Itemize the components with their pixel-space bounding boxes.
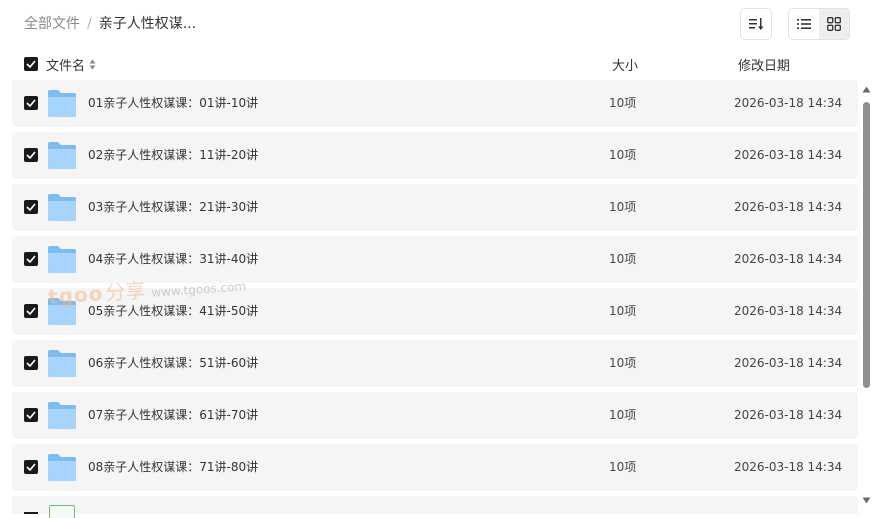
file-row[interactable]: 07亲子人性权谋课：61讲-70讲 10项 2026-03-18 14:34 <box>12 392 858 439</box>
file-name[interactable]: 08亲子人性权谋课：71讲-80讲 <box>88 460 258 475</box>
row-checkbox[interactable] <box>24 200 38 214</box>
file-size: 10项 <box>609 252 637 266</box>
folder-icon <box>48 142 76 169</box>
check-icon <box>26 411 36 419</box>
row-checkbox[interactable] <box>24 96 38 110</box>
file-date: 2026-03-18 14:34 <box>734 200 843 214</box>
file-size: 10项 <box>609 304 637 318</box>
row-checkbox[interactable] <box>24 252 38 266</box>
check-icon <box>26 203 36 211</box>
file-name[interactable]: 06亲子人性权谋课：51讲-60讲 <box>88 356 258 371</box>
file-row[interactable]: 06亲子人性权谋课：51讲-60讲 10项 2026-03-18 14:34 <box>12 340 858 387</box>
file-name[interactable]: 05亲子人性权谋课：41讲-50讲 <box>88 304 258 319</box>
file-name[interactable]: 07亲子人性权谋课：61讲-70讲 <box>88 408 258 423</box>
file-size: 10项 <box>609 200 637 214</box>
file-name[interactable]: 03亲子人性权谋课：21讲-30讲 <box>88 200 258 215</box>
file-row[interactable]: 02亲子人性权谋课：11讲-20讲 10项 2026-03-18 14:34 <box>12 132 858 179</box>
file-name[interactable]: 01亲子人性权谋课：01讲-10讲 <box>88 96 258 111</box>
row-checkbox[interactable] <box>24 460 38 474</box>
row-checkbox[interactable] <box>24 408 38 422</box>
file-size: 10项 <box>609 460 637 474</box>
scrollbar-thumb[interactable] <box>863 102 870 388</box>
check-icon <box>26 463 36 471</box>
file-row[interactable]: 03亲子人性权谋课：21讲-30讲 10项 2026-03-18 14:34 <box>12 184 858 231</box>
file-list: 01亲子人性权谋课：01讲-10讲 10项 2026-03-18 14:34 0… <box>0 0 874 518</box>
file-size: 10项 <box>609 96 637 110</box>
row-checkbox[interactable] <box>24 148 38 162</box>
folder-icon <box>48 90 76 117</box>
file-date: 2026-03-18 14:34 <box>734 356 843 370</box>
file-date: 2026-03-18 14:34 <box>734 460 843 474</box>
folder-icon <box>48 194 76 221</box>
file-size: 10项 <box>609 408 637 422</box>
file-name[interactable]: 02亲子人性权谋课：11讲-20讲 <box>88 148 258 163</box>
file-date: 2026-03-18 14:34 <box>734 148 843 162</box>
file-row[interactable]: 05亲子人性权谋课：41讲-50讲 10项 2026-03-18 14:34 <box>12 288 858 335</box>
scrollbar[interactable] <box>861 86 871 510</box>
file-row[interactable]: 04亲子人性权谋课：31讲-40讲 10项 2026-03-18 14:34 <box>12 236 858 283</box>
folder-icon <box>48 350 76 377</box>
file-date: 2026-03-18 14:34 <box>734 408 843 422</box>
check-icon <box>26 307 36 315</box>
file-row[interactable]: 01亲子人性权谋课：01讲-10讲 10项 2026-03-18 14:34 <box>12 80 858 127</box>
scroll-up-icon[interactable] <box>862 86 871 93</box>
file-size: 10项 <box>609 356 637 370</box>
file-size: 10项 <box>609 148 637 162</box>
check-icon <box>26 359 36 367</box>
file-name[interactable]: 04亲子人性权谋课：31讲-40讲 <box>88 252 258 267</box>
row-checkbox[interactable] <box>24 356 38 370</box>
folder-icon <box>48 246 76 273</box>
file-row[interactable]: 08亲子人性权谋课：71讲-80讲 10项 2026-03-18 14:34 <box>12 444 858 491</box>
scroll-down-icon[interactable] <box>862 497 871 504</box>
check-icon <box>26 255 36 263</box>
file-date: 2026-03-18 14:34 <box>734 96 843 110</box>
folder-icon <box>48 454 76 481</box>
file-date: 2026-03-18 14:34 <box>734 252 843 266</box>
folder-icon <box>48 402 76 429</box>
check-icon <box>26 99 36 107</box>
folder-icon <box>48 298 76 325</box>
row-checkbox[interactable] <box>24 304 38 318</box>
file-date: 2026-03-18 14:34 <box>734 304 843 318</box>
file-row-partial[interactable] <box>12 496 858 518</box>
check-icon <box>26 151 36 159</box>
file-icon <box>49 505 75 518</box>
